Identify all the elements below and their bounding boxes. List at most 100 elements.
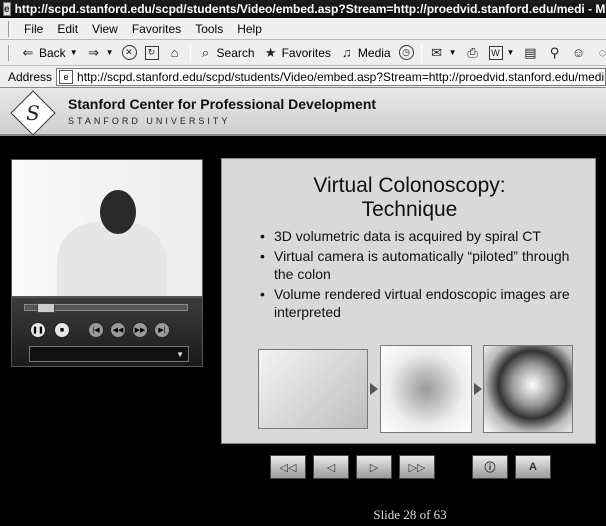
slide-title-line1: Virtual Colonoscopy: [313, 174, 506, 197]
address-input[interactable]: e http://scpd.stanford.edu/scpd/students… [56, 67, 606, 86]
mail-dropdown-icon[interactable]: ▼ [449, 48, 457, 57]
home-button[interactable]: ⌂ [163, 42, 187, 64]
mail-icon: ✉ [431, 44, 443, 60]
menu-file[interactable]: File [17, 22, 50, 36]
browser-toolbar: ⇐ Back ▼ ⇒ ▼ ✕ ↻ ⌂ ⌕ Search ★ Favorites … [0, 40, 606, 66]
speaker-body [57, 222, 167, 296]
info-button[interactable]: ⓘ [472, 455, 508, 479]
window-title: http://scpd.stanford.edu/scpd/students/V… [14, 2, 606, 16]
pause-button[interactable]: ❚❚ [30, 322, 46, 338]
menu-tools[interactable]: Tools [188, 22, 230, 36]
back-label: Back [39, 45, 66, 60]
menu-view[interactable]: View [85, 22, 125, 36]
media-icon: ♫ [342, 45, 352, 60]
slide-bullet: Volume rendered virtual endoscopic image… [260, 285, 590, 321]
ie-icon: e [3, 2, 11, 16]
slide-counter: Slide 28 of 63 [373, 507, 447, 522]
video-frame[interactable] [11, 159, 203, 297]
fast-forward-icon: ▶▶ [134, 327, 146, 334]
messenger-button[interactable]: ☺ [566, 42, 590, 64]
stop-button[interactable]: ✕ [118, 42, 141, 64]
arrow-right-icon [370, 383, 378, 395]
back-dropdown-icon[interactable]: ▼ [70, 48, 78, 57]
text-size-button[interactable]: A [515, 455, 551, 479]
print-icon: ⎙ [467, 44, 478, 60]
messenger-icon: ☺ [571, 45, 586, 60]
seek-bar[interactable] [24, 303, 188, 313]
ct-scanner-image [258, 349, 368, 429]
forward-dropdown-icon[interactable]: ▼ [106, 48, 114, 57]
slide-title-line2: Technique [361, 198, 458, 221]
previous-slide-icon: ◁ [326, 461, 336, 474]
menu-edit[interactable]: Edit [50, 22, 85, 36]
slide-panel: Virtual Colonoscopy: Technique 3D volume… [221, 158, 596, 444]
player-dropdown[interactable]: ▼ [29, 346, 189, 362]
first-slide-icon: ◁◁ [279, 461, 297, 474]
media-button[interactable]: ♫ Media [335, 42, 395, 64]
next-track-button[interactable]: ▶| [154, 322, 170, 338]
favorites-icon: ★ [264, 44, 277, 60]
media-label: Media [357, 45, 391, 60]
discuss-icon: ▤ [524, 44, 537, 60]
print-button[interactable]: ⎙ [461, 42, 485, 64]
address-label: Address [8, 69, 53, 84]
slide-images [258, 345, 573, 433]
favorites-label: Favorites [281, 45, 331, 60]
menu-favorites[interactable]: Favorites [125, 22, 188, 36]
rewind-button[interactable]: ◀◀ [110, 322, 126, 338]
research-icon: ⚲ [549, 44, 560, 60]
history-button[interactable]: ◷ [395, 42, 418, 64]
search-icon: ⌕ [201, 44, 210, 60]
next-slide-button[interactable]: ▷ [356, 455, 392, 479]
stop-playback-button[interactable]: ■ [54, 322, 70, 338]
player-controls: ❚❚ ■ |◀ ◀◀ ▶▶ ▶| ▼ [11, 297, 203, 367]
next-track-icon: ▶| [158, 327, 166, 334]
colon-model-image [380, 345, 472, 433]
last-slide-icon: ▷▷ [408, 461, 426, 474]
scpd-banner: S Stanford Center for Professional Devel… [0, 88, 606, 136]
refresh-button[interactable]: ↻ [141, 42, 163, 64]
back-icon: ⇐ [22, 44, 34, 60]
edit-dropdown-icon[interactable]: ▼ [507, 48, 515, 57]
toolbar-separator [189, 43, 191, 62]
edit-button[interactable]: W ▼ [485, 42, 519, 64]
forward-button[interactable]: ⇒ ▼ [82, 42, 118, 64]
first-slide-button[interactable]: ◁◁ [270, 455, 306, 479]
fast-forward-button[interactable]: ▶▶ [132, 322, 148, 338]
mail-button[interactable]: ✉ ▼ [425, 42, 461, 64]
rewind-icon: ◀◀ [112, 327, 124, 334]
refresh-icon: ↻ [144, 45, 159, 60]
slide-bullet: 3D volumetric data is acquired by spiral… [260, 227, 590, 245]
slide-title: Virtual Colonoscopy: Technique [222, 174, 597, 222]
research-button[interactable]: ⚲ [542, 42, 566, 64]
last-slide-button[interactable]: ▷▷ [399, 455, 435, 479]
slide-bullet: Virtual camera is automatically “piloted… [260, 247, 590, 283]
menu-grip [8, 20, 11, 37]
menu-bar: File Edit View Favorites Tools Help [0, 18, 606, 40]
toolbar-separator [420, 43, 422, 62]
edit-icon: W [488, 45, 503, 60]
arrow-right-icon [474, 383, 482, 395]
seek-thumb[interactable] [37, 303, 55, 313]
pause-icon: ❚❚ [32, 327, 44, 334]
previous-track-icon: |◀ [92, 327, 100, 334]
slide-bullets: 3D volumetric data is acquired by spiral… [260, 227, 590, 323]
back-button[interactable]: ⇐ Back ▼ [16, 42, 82, 64]
previous-slide-button[interactable]: ◁ [313, 455, 349, 479]
search-button[interactable]: ⌕ Search [194, 42, 259, 64]
history-icon: ◷ [398, 45, 414, 60]
chevron-down-icon: ▼ [176, 349, 184, 359]
menu-help[interactable]: Help [230, 22, 269, 36]
chat-icon: ◌ [598, 45, 606, 60]
discuss-button[interactable]: ▤ [518, 42, 542, 64]
stanford-logo-icon: S [26, 101, 40, 125]
previous-track-button[interactable]: |◀ [88, 322, 104, 338]
search-label: Search [216, 45, 255, 60]
stop-icon: ✕ [121, 45, 137, 60]
forward-icon: ⇒ [88, 44, 100, 60]
speaker-head [100, 190, 136, 234]
chat-button[interactable]: ◌ [590, 42, 606, 64]
favorites-button[interactable]: ★ Favorites [259, 42, 335, 64]
endoscopic-view-image [483, 345, 573, 433]
address-bar: Address e http://scpd.stanford.edu/scpd/… [0, 66, 606, 88]
